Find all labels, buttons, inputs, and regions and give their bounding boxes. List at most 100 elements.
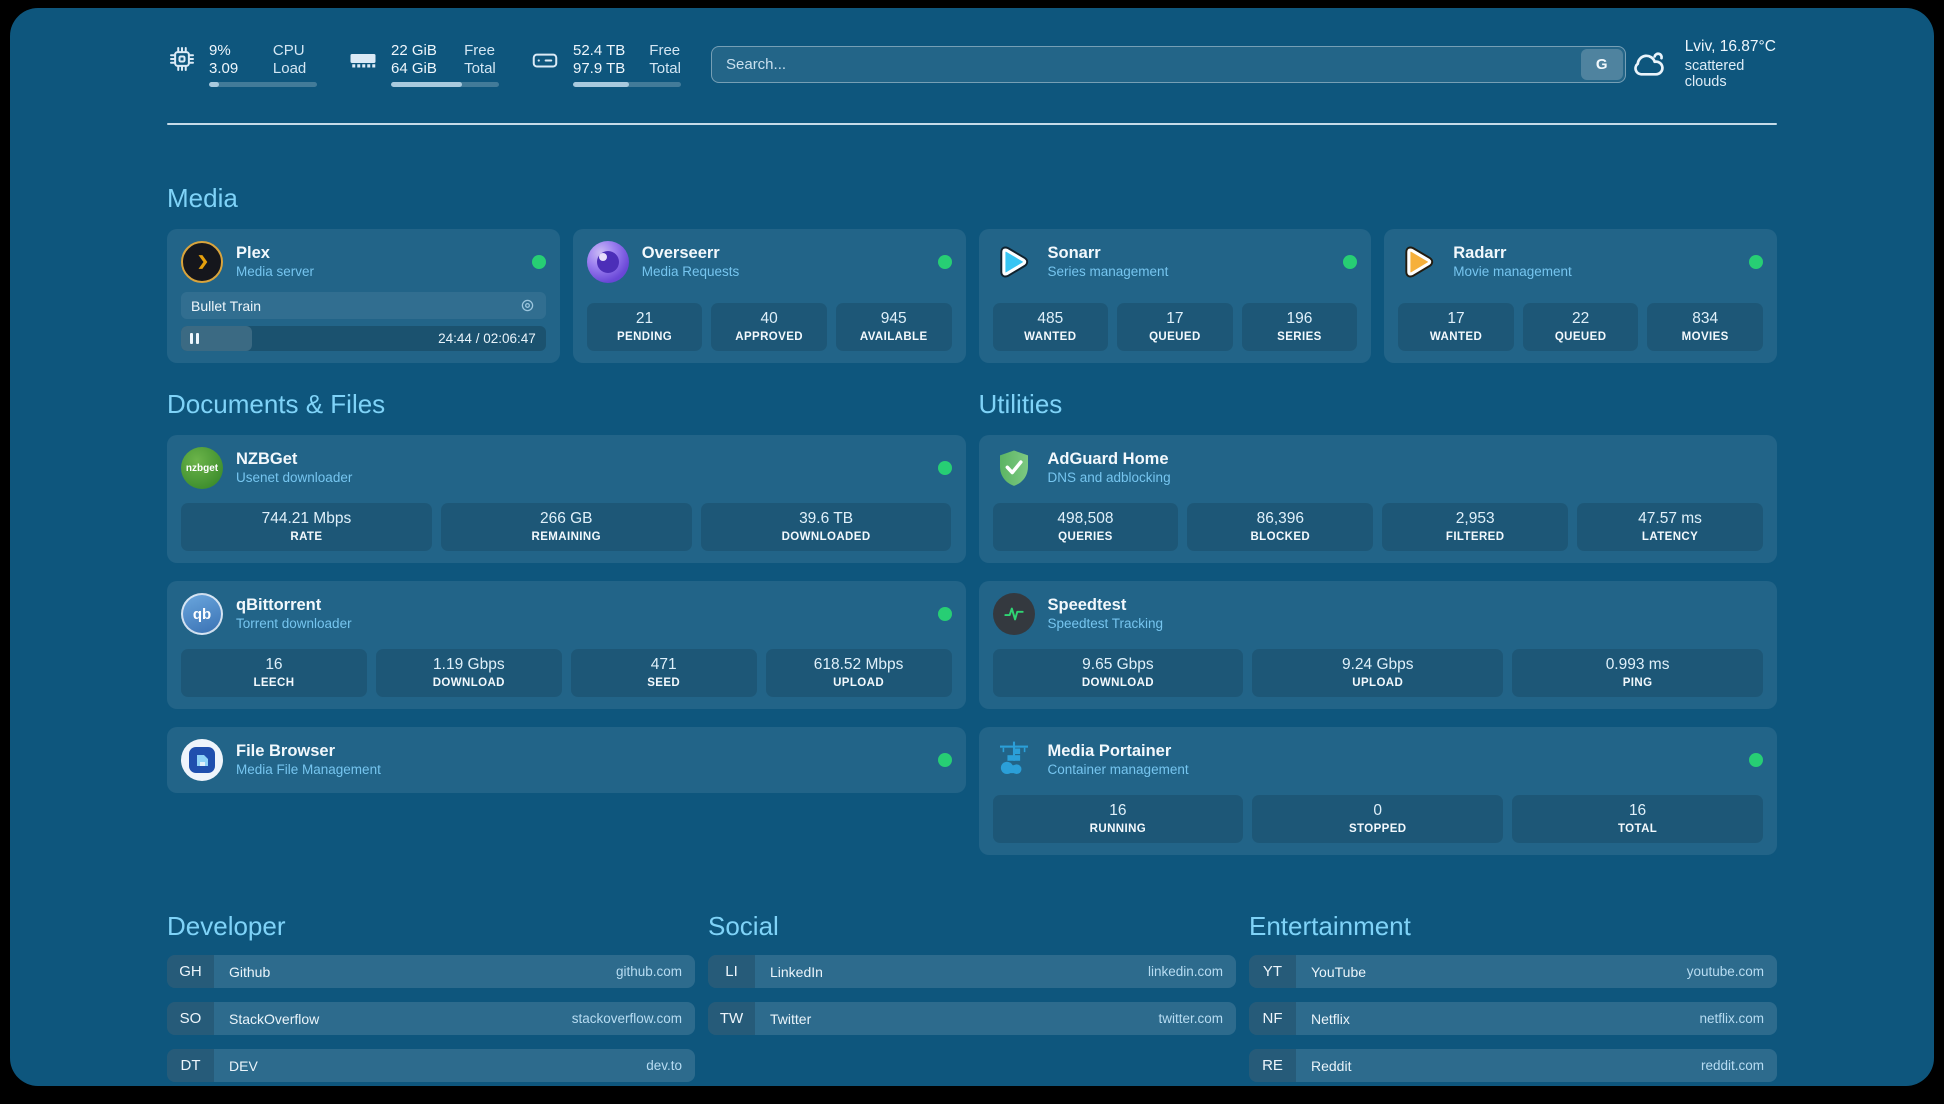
service-subtitle: Usenet downloader	[236, 470, 352, 487]
media-grid: Plex Media server Bullet Train	[167, 229, 1777, 363]
now-playing-title: Bullet Train	[191, 298, 261, 314]
stat-box: 945 AVAILABLE	[836, 303, 952, 351]
weather-condition: scattered clouds	[1685, 58, 1777, 90]
now-playing-options-icon[interactable]	[519, 297, 536, 314]
stat-box: 471 SEED	[571, 649, 757, 697]
memory-widget: 22 GiB Free 64 GiB Total	[347, 42, 499, 87]
stat-box: 17 QUEUED	[1117, 303, 1233, 351]
stat-box: 22 QUEUED	[1523, 303, 1639, 351]
service-card-radarr[interactable]: Radarr Movie management 17 WANTED 22 QUE…	[1384, 229, 1777, 363]
cloud-icon	[1626, 45, 1672, 83]
bookmark-group-social: Social LI LinkedIn linkedin.com TW Twitt…	[708, 911, 1236, 1035]
bookmark-linkedin[interactable]: LI LinkedIn linkedin.com	[708, 955, 1236, 988]
service-card-qbittorrent[interactable]: qb qBittorrent Torrent downloader 16 LEE…	[167, 581, 966, 709]
bookmark-netflix[interactable]: NF Netflix netflix.com	[1249, 1002, 1777, 1035]
stat-box: 485 WANTED	[993, 303, 1109, 351]
bookmark-name: YouTube	[1296, 955, 1687, 988]
service-card-sonarr[interactable]: Sonarr Series management 485 WANTED 17 Q…	[979, 229, 1372, 363]
bookmark-youtube[interactable]: YT YouTube youtube.com	[1249, 955, 1777, 988]
filebrowser-icon	[181, 739, 223, 781]
service-card-adguard[interactable]: AdGuard Home DNS and adblocking 498,508 …	[979, 435, 1778, 563]
service-name: File Browser	[236, 741, 381, 762]
bookmark-abbr: YT	[1249, 955, 1296, 988]
now-playing-time: 24:44 / 02:06:47	[438, 331, 536, 346]
status-dot	[938, 461, 952, 475]
bookmark-url: netflix.com	[1699, 1002, 1777, 1035]
status-dot	[1343, 255, 1357, 269]
memory-icon	[347, 44, 379, 74]
nzbget-icon: nzbget	[181, 447, 223, 489]
cpu-progress-bar	[209, 82, 317, 87]
cpu-load-label: Load	[273, 60, 317, 77]
bookmark-abbr: TW	[708, 1002, 755, 1035]
service-card-nzbget[interactable]: nzbget NZBGet Usenet downloader 744.21 M…	[167, 435, 966, 563]
radarr-icon	[1398, 241, 1440, 283]
status-dot	[1749, 753, 1763, 767]
service-card-speedtest[interactable]: Speedtest Speedtest Tracking 9.65 Gbps D…	[979, 581, 1778, 709]
bookmark-url: stackoverflow.com	[572, 1002, 695, 1035]
service-name: Speedtest	[1048, 595, 1164, 616]
service-subtitle: Series management	[1048, 264, 1169, 281]
overseerr-icon	[587, 241, 629, 283]
stat-box: 9.24 Gbps UPLOAD	[1252, 649, 1503, 697]
service-card-plex[interactable]: Plex Media server Bullet Train	[167, 229, 560, 363]
documents-column: Documents & Files nzbget NZBGet Usenet d…	[167, 389, 966, 793]
disk-free-label: Free	[649, 42, 681, 59]
stat-box: 16 LEECH	[181, 649, 367, 697]
service-name: Overseerr	[642, 243, 740, 264]
bookmark-group-developer: Developer GH Github github.com SO StackO…	[167, 911, 695, 1082]
memory-progress-fill	[391, 82, 462, 87]
stat-box: 196 SERIES	[1242, 303, 1358, 351]
dashboard-page: 9% CPU 3.09 Load	[10, 8, 1934, 1086]
stat-box: 16 RUNNING	[993, 795, 1244, 843]
bookmark-dev[interactable]: DT DEV dev.to	[167, 1049, 695, 1082]
disk-total-value: 97.9 TB	[573, 60, 625, 77]
section-title-documents: Documents & Files	[167, 389, 966, 420]
weather-location: Lviv, 16.87°C	[1685, 38, 1777, 56]
disk-widget: 52.4 TB Free 97.9 TB Total	[529, 42, 681, 87]
stat-box: 0.993 ms PING	[1512, 649, 1763, 697]
qbittorrent-icon: qb	[181, 593, 223, 635]
portainer-icon	[993, 739, 1035, 781]
bookmark-name: Netflix	[1296, 1002, 1699, 1035]
bookmark-abbr: NF	[1249, 1002, 1296, 1035]
service-name: AdGuard Home	[1048, 449, 1171, 470]
cpu-progress-fill	[209, 82, 219, 87]
stat-box: 17 WANTED	[1398, 303, 1514, 351]
memory-progress-bar	[391, 82, 499, 87]
bookmark-stackoverflow[interactable]: SO StackOverflow stackoverflow.com	[167, 1002, 695, 1035]
service-card-overseerr[interactable]: Overseerr Media Requests 21 PENDING 40 A…	[573, 229, 966, 363]
service-name: qBittorrent	[236, 595, 352, 616]
search-provider-button[interactable]: G	[1581, 49, 1623, 80]
service-card-portainer[interactable]: Media Portainer Container management 16 …	[979, 727, 1778, 855]
plex-icon	[181, 241, 223, 283]
search-input[interactable]	[711, 46, 1626, 83]
bookmark-twitter[interactable]: TW Twitter twitter.com	[708, 1002, 1236, 1035]
pause-icon[interactable]	[190, 333, 199, 344]
section-title-developer: Developer	[167, 911, 695, 942]
bookmark-url: youtube.com	[1687, 955, 1777, 988]
bookmark-reddit[interactable]: RE Reddit reddit.com	[1249, 1049, 1777, 1082]
header-separator	[167, 123, 1777, 125]
bookmark-url: linkedin.com	[1148, 955, 1236, 988]
memory-total-value: 64 GiB	[391, 60, 440, 77]
stat-box: 498,508 QUERIES	[993, 503, 1179, 551]
disk-free-value: 52.4 TB	[573, 42, 625, 59]
stat-box: 618.52 Mbps UPLOAD	[766, 649, 952, 697]
stat-box: 1.19 Gbps DOWNLOAD	[376, 649, 562, 697]
service-card-filebrowser[interactable]: File Browser Media File Management	[167, 727, 966, 793]
disk-progress-fill	[573, 82, 629, 87]
status-dot	[938, 255, 952, 269]
stat-box: 744.21 Mbps RATE	[181, 503, 432, 551]
cpu-usage-value: 9%	[209, 42, 249, 59]
service-name: Sonarr	[1048, 243, 1169, 264]
cpu-usage-label: CPU	[273, 42, 317, 59]
bookmark-url: reddit.com	[1701, 1049, 1777, 1082]
bookmark-abbr: RE	[1249, 1049, 1296, 1082]
bookmark-github[interactable]: GH Github github.com	[167, 955, 695, 988]
status-dot	[532, 255, 546, 269]
bookmark-abbr: DT	[167, 1049, 214, 1082]
weather-widget[interactable]: Lviv, 16.87°C scattered clouds	[1626, 38, 1777, 90]
stat-box: 0 STOPPED	[1252, 795, 1503, 843]
service-name: Media Portainer	[1048, 741, 1189, 762]
